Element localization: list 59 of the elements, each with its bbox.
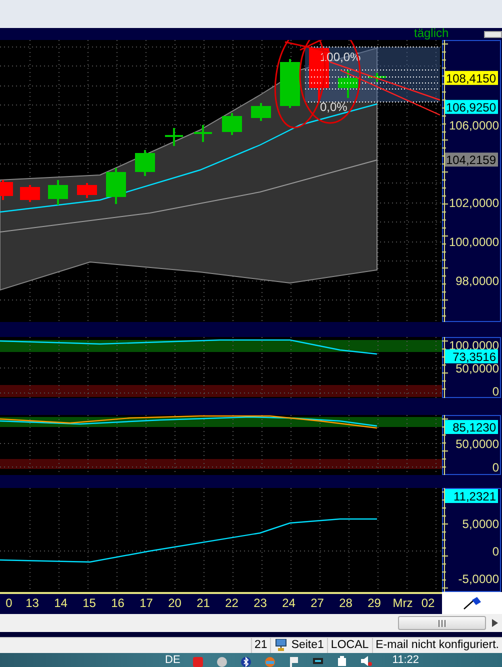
date-label: 15 (82, 595, 97, 612)
language-indicator[interactable]: DE (165, 653, 180, 667)
candlestick (0, 180, 13, 200)
date-label: 14 (53, 595, 68, 612)
candlestick (251, 103, 271, 121)
axis-label: 100,0000 (448, 235, 499, 250)
grip-icon (438, 620, 446, 626)
network-icon (274, 639, 288, 652)
axis-label: 0 (492, 544, 499, 558)
value-badge: 108,4150 (445, 70, 498, 86)
axis-label: 102,0000 (448, 196, 499, 210)
value-badge: 106,9250 (445, 100, 498, 114)
bluetooth-icon[interactable] (240, 654, 252, 666)
candlestick (194, 125, 212, 142)
period-label[interactable]: täglich (414, 26, 449, 40)
date-label: 21 (196, 595, 211, 612)
date-label: 16 (110, 595, 126, 612)
date-label: Mrz (392, 595, 414, 612)
date-label: 20 (167, 595, 182, 612)
date-label: 17 (138, 595, 154, 612)
date-label: 27 (310, 595, 325, 612)
value-badge: 11,2321 (445, 489, 498, 504)
date-label: 28 (338, 595, 354, 612)
candlestick (222, 113, 242, 135)
axis-label: 50,0000 (456, 362, 499, 376)
candlestick (48, 180, 68, 205)
candlestick (165, 128, 183, 146)
date-label: 29 (366, 595, 382, 612)
axis-label: 106,0000 (448, 118, 499, 132)
value-badge: 73,3516 (445, 349, 498, 364)
clock[interactable]: 11:22 (392, 653, 419, 667)
candlestick (280, 59, 300, 108)
date-label: 24 (281, 595, 296, 612)
scroll-right-icon[interactable] (492, 619, 498, 627)
date-label: 23 (252, 595, 268, 612)
candlestick (20, 185, 40, 202)
candlestick (106, 168, 126, 204)
scrollbar-thumb[interactable] (398, 616, 486, 630)
axis-label: 98,0000 (456, 274, 499, 288)
candlestick (77, 183, 97, 198)
speaker-icon[interactable] (360, 654, 372, 666)
candlestick (368, 73, 386, 82)
candlestick (135, 150, 155, 176)
axis-label: 50,0000 (456, 437, 499, 451)
date-label: 13 (24, 595, 40, 612)
axis-label: 0 (492, 460, 499, 474)
candlestick (338, 70, 358, 98)
pen-icon[interactable] (462, 596, 482, 610)
value-badge: 85,1230 (445, 420, 498, 434)
date-label: 02 (420, 595, 436, 612)
value-badge: 104,2159 (445, 152, 498, 168)
axis-label: 0 (492, 384, 499, 398)
fibonacci-label: 0,0% (320, 100, 348, 114)
date-label: 22 (224, 595, 240, 612)
circle-icon[interactable] (216, 654, 228, 666)
axis-label: -5,0000 (458, 572, 499, 586)
date-label: 0 (4, 595, 14, 612)
page-name: Seite1 (291, 638, 324, 653)
axis-label: 5,0000 (462, 517, 499, 531)
